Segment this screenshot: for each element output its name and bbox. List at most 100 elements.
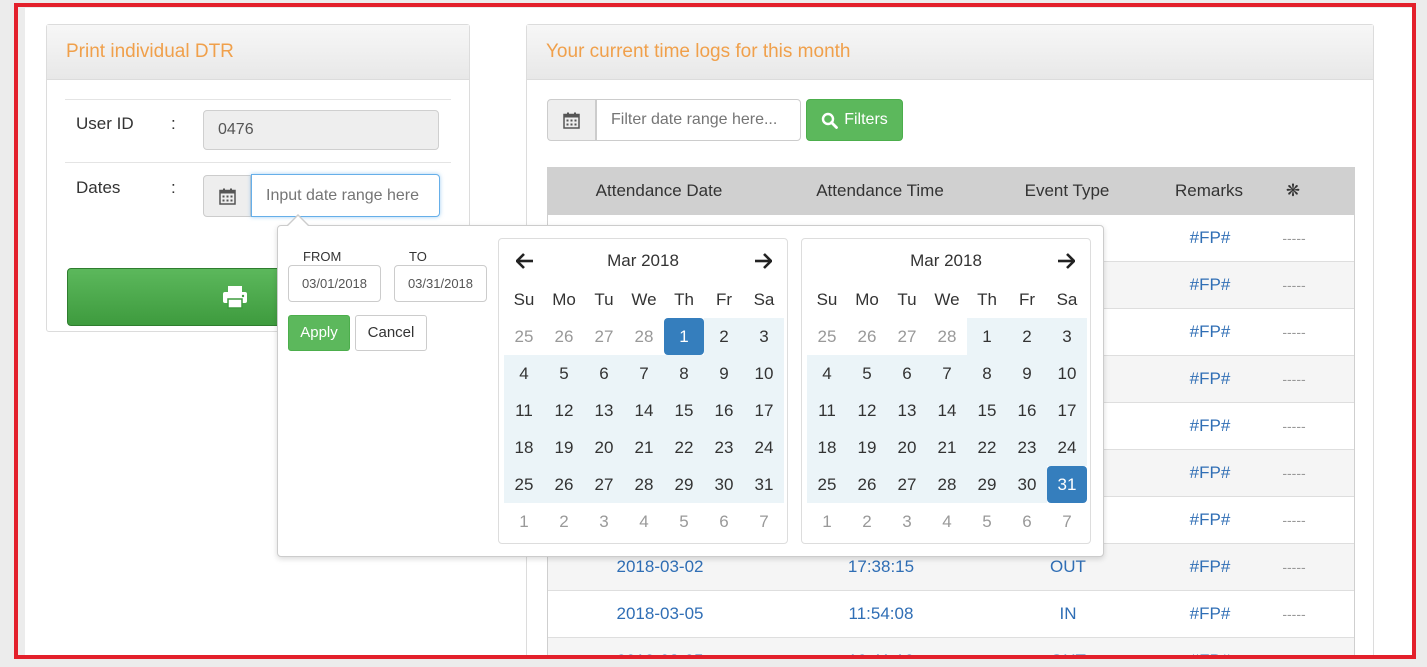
calendar-day[interactable]: 27 [584, 318, 624, 355]
calendar-day[interactable]: 30 [704, 466, 744, 503]
calendar-day[interactable]: 24 [1047, 429, 1087, 466]
calendar-day[interactable]: 19 [544, 429, 584, 466]
userid-field[interactable]: 0476 [203, 110, 439, 150]
calendar-day[interactable]: 23 [1007, 429, 1047, 466]
calendar-day[interactable]: 30 [1007, 466, 1047, 503]
calendar-day[interactable]: 13 [887, 392, 927, 429]
calendar-day[interactable]: 26 [544, 466, 584, 503]
calendar-day[interactable]: 1 [664, 318, 704, 355]
calendar-day[interactable]: 7 [624, 355, 664, 392]
cell-remarks[interactable]: #FP# [1146, 403, 1274, 449]
calendar-day[interactable]: 6 [887, 355, 927, 392]
cell-remarks[interactable]: #FP# [1146, 591, 1274, 637]
calendar-day[interactable]: 1 [967, 318, 1007, 355]
calendar-day[interactable]: 12 [544, 392, 584, 429]
calendar-day[interactable]: 1 [504, 503, 544, 540]
calendar-day[interactable]: 4 [504, 355, 544, 392]
calendar-day[interactable]: 8 [664, 355, 704, 392]
cell-event-type[interactable]: IN [990, 591, 1146, 637]
next-month-button[interactable] [1054, 249, 1078, 273]
calendar-day[interactable]: 5 [967, 503, 1007, 540]
dates-range-input[interactable] [251, 174, 440, 217]
calendar-day[interactable]: 7 [744, 503, 784, 540]
calendar-day[interactable]: 21 [624, 429, 664, 466]
calendar-day[interactable]: 31 [744, 466, 784, 503]
calendar-day[interactable]: 14 [927, 392, 967, 429]
calendar-day[interactable]: 17 [1047, 392, 1087, 429]
cell-remarks[interactable]: #FP# [1146, 262, 1274, 308]
calendar-day[interactable]: 16 [1007, 392, 1047, 429]
calendar-day[interactable]: 26 [847, 466, 887, 503]
filter-date-input[interactable] [596, 99, 801, 141]
cell-remarks[interactable]: #FP# [1146, 450, 1274, 496]
calendar-day[interactable]: 25 [807, 318, 847, 355]
calendar-day[interactable]: 10 [1047, 355, 1087, 392]
calendar-day[interactable]: 29 [664, 466, 704, 503]
calendar-day[interactable]: 2 [847, 503, 887, 540]
filters-button[interactable]: Filters [806, 99, 903, 141]
col-event-type[interactable]: Event Type [989, 167, 1145, 215]
apply-button[interactable]: Apply [288, 315, 350, 351]
calendar-day[interactable]: 13 [584, 392, 624, 429]
calendar-day[interactable]: 27 [584, 466, 624, 503]
calendar-day[interactable]: 26 [544, 318, 584, 355]
cell-attendance-time[interactable]: 12:41:10 [772, 638, 990, 658]
calendar-day[interactable]: 28 [624, 466, 664, 503]
calendar-day[interactable]: 4 [807, 355, 847, 392]
calendar-day[interactable]: 19 [847, 429, 887, 466]
calendar-day[interactable]: 22 [664, 429, 704, 466]
cell-remarks[interactable]: #FP# [1146, 215, 1274, 261]
calendar-day[interactable]: 14 [624, 392, 664, 429]
calendar-day[interactable]: 26 [847, 318, 887, 355]
cell-remarks[interactable]: #FP# [1146, 544, 1274, 590]
calendar-day[interactable]: 25 [504, 466, 544, 503]
calendar-day[interactable]: 28 [624, 318, 664, 355]
calendar-day[interactable]: 2 [704, 318, 744, 355]
calendar-day[interactable]: 21 [927, 429, 967, 466]
calendar-day[interactable]: 3 [1047, 318, 1087, 355]
calendar-day[interactable]: 8 [967, 355, 1007, 392]
filter-calendar-addon[interactable] [547, 99, 596, 141]
calendar-day[interactable]: 2 [1007, 318, 1047, 355]
calendar-day[interactable]: 12 [847, 392, 887, 429]
calendar-day[interactable]: 9 [704, 355, 744, 392]
col-attendance-time[interactable]: Attendance Time [771, 167, 989, 215]
next-month-button[interactable] [751, 249, 775, 273]
cancel-button[interactable]: Cancel [355, 315, 427, 351]
col-remarks[interactable]: Remarks [1145, 167, 1273, 215]
calendar-day[interactable]: 7 [927, 355, 967, 392]
calendar-day[interactable]: 11 [807, 392, 847, 429]
calendar-day[interactable]: 17 [744, 392, 784, 429]
calendar-day[interactable]: 5 [847, 355, 887, 392]
calendar-day[interactable]: 25 [807, 466, 847, 503]
dates-calendar-addon[interactable] [203, 175, 251, 217]
cell-remarks[interactable]: #FP# [1146, 356, 1274, 402]
cell-event-type[interactable]: OUT [990, 638, 1146, 658]
col-attendance-date[interactable]: Attendance Date [547, 167, 771, 215]
calendar-day[interactable]: 28 [927, 466, 967, 503]
calendar-day[interactable]: 31 [1047, 466, 1087, 503]
calendar-day[interactable]: 27 [887, 466, 927, 503]
calendar-day[interactable]: 5 [664, 503, 704, 540]
calendar-day[interactable]: 25 [504, 318, 544, 355]
calendar-day[interactable]: 15 [664, 392, 704, 429]
to-date-input[interactable]: 03/31/2018 [394, 265, 487, 302]
calendar-day[interactable]: 27 [887, 318, 927, 355]
calendar-day[interactable]: 2 [544, 503, 584, 540]
calendar-day[interactable]: 18 [504, 429, 544, 466]
calendar-day[interactable]: 5 [544, 355, 584, 392]
calendar-day[interactable]: 9 [1007, 355, 1047, 392]
calendar-day[interactable]: 10 [744, 355, 784, 392]
cell-attendance-date[interactable]: 2018-03-05 [548, 591, 772, 637]
calendar-day[interactable]: 23 [704, 429, 744, 466]
calendar-day[interactable]: 22 [967, 429, 1007, 466]
calendar-day[interactable]: 28 [927, 318, 967, 355]
calendar-day[interactable]: 18 [807, 429, 847, 466]
calendar-day[interactable]: 11 [504, 392, 544, 429]
calendar-day[interactable]: 16 [704, 392, 744, 429]
cell-attendance-date[interactable]: 2018-03-05 [548, 638, 772, 658]
calendar-day[interactable]: 3 [887, 503, 927, 540]
cell-remarks[interactable]: #FP# [1146, 638, 1274, 658]
cell-remarks[interactable]: #FP# [1146, 309, 1274, 355]
calendar-day[interactable]: 20 [887, 429, 927, 466]
